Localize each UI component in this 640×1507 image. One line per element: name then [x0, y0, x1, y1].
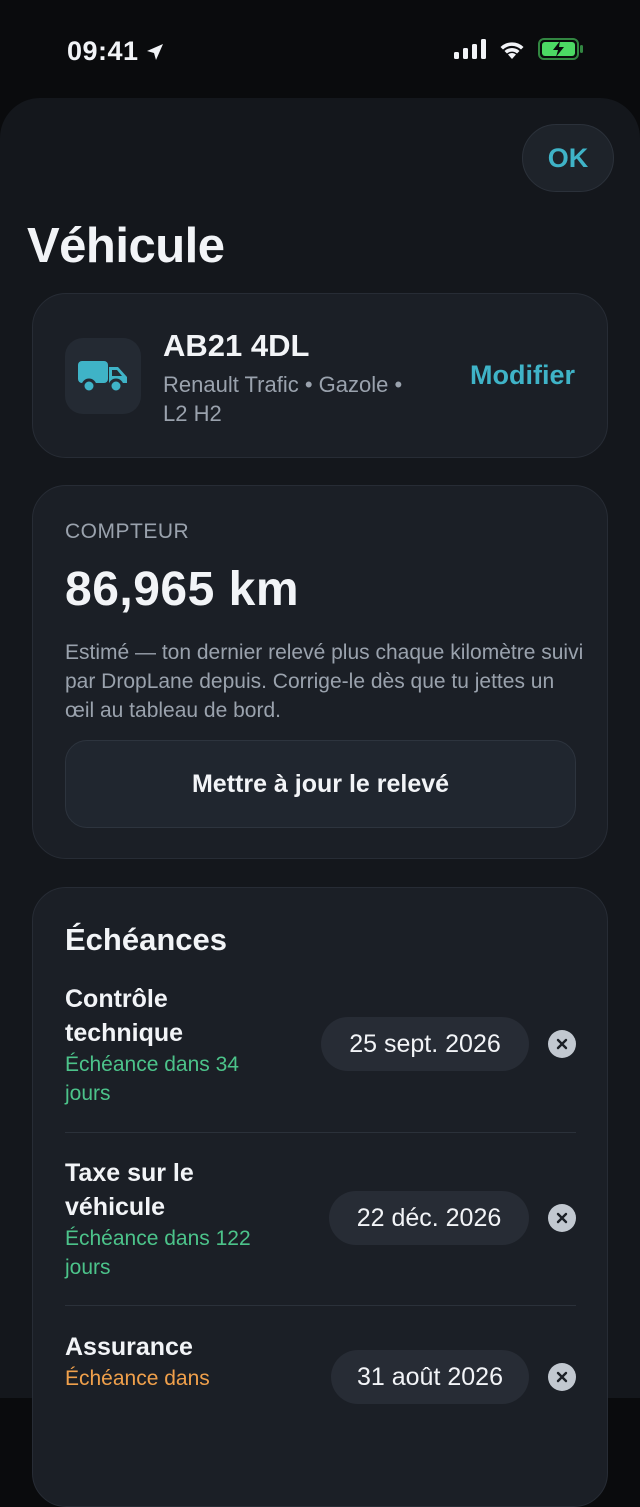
close-icon	[556, 1038, 568, 1050]
odometer-value: 86,965 km	[65, 563, 300, 616]
vehicle-plate: AB21 4DL	[163, 328, 310, 363]
cellular-signal-icon	[454, 39, 486, 59]
wifi-icon	[500, 41, 524, 59]
deadline-date-pill[interactable]: 25 sept. 2026	[321, 1017, 529, 1071]
deadlines-title: Échéances	[65, 922, 227, 957]
deadline-date-pill[interactable]: 22 déc. 2026	[329, 1191, 529, 1245]
update-reading-button[interactable]: Mettre à jour le relevé	[65, 740, 576, 828]
modify-vehicle-button[interactable]: Modifier	[470, 360, 575, 391]
battery-charging-icon	[538, 38, 583, 60]
status-time: 09:41	[67, 36, 165, 67]
status-bar: 09:41	[0, 0, 640, 100]
deadline-row-controle-technique[interactable]: Contrôle technique Échéance dans 34 jour…	[65, 982, 576, 1122]
ok-button[interactable]: OK	[522, 124, 614, 192]
vehicle-card: AB21 4DL Renault Trafic • Gazole • L2 H2…	[32, 293, 608, 458]
vehicle-sheet: OK Véhicule AB21 4DL Renault Trafic • Ga…	[0, 98, 640, 1507]
location-arrow-icon	[146, 43, 163, 60]
clear-date-button[interactable]	[548, 1204, 576, 1232]
truck-icon	[78, 361, 127, 394]
deadline-name: Assurance	[65, 1333, 193, 1361]
deadline-status: Échéance dans	[65, 1367, 210, 1390]
deadline-row-taxe-vehicule[interactable]: Taxe sur le véhicule Échéance dans 122 j…	[65, 1156, 576, 1296]
deadline-status: Échéance dans 122 jours	[65, 1227, 251, 1279]
clear-date-button[interactable]	[548, 1030, 576, 1058]
status-icons	[454, 38, 584, 60]
deadlines-card: Échéances Contrôle technique Échéance da…	[32, 887, 608, 1507]
close-icon	[556, 1371, 568, 1383]
page-title: Véhicule	[27, 219, 225, 273]
odometer-note: Estimé — ton dernier relevé plus chaque …	[65, 641, 584, 722]
vehicle-description: Renault Trafic • Gazole • L2 H2	[163, 372, 403, 426]
time-text: 09:41	[67, 36, 139, 66]
deadline-name: Taxe sur le véhicule	[65, 1159, 194, 1221]
vehicle-icon-tile	[65, 338, 141, 414]
odometer-card: COMPTEUR 86,965 km Estimé — ton dernier …	[32, 485, 608, 859]
deadline-date-pill[interactable]: 31 août 2026	[331, 1350, 529, 1404]
deadline-status: Échéance dans 34 jours	[65, 1053, 239, 1105]
deadline-name: Contrôle technique	[65, 985, 184, 1047]
deadline-row-assurance[interactable]: Assurance Échéance dans 31 août 2026	[65, 1330, 576, 1470]
row-divider	[65, 1305, 576, 1306]
row-divider	[65, 1132, 576, 1133]
close-icon	[556, 1212, 568, 1224]
clear-date-button[interactable]	[548, 1363, 576, 1391]
odometer-label: COMPTEUR	[65, 520, 190, 543]
